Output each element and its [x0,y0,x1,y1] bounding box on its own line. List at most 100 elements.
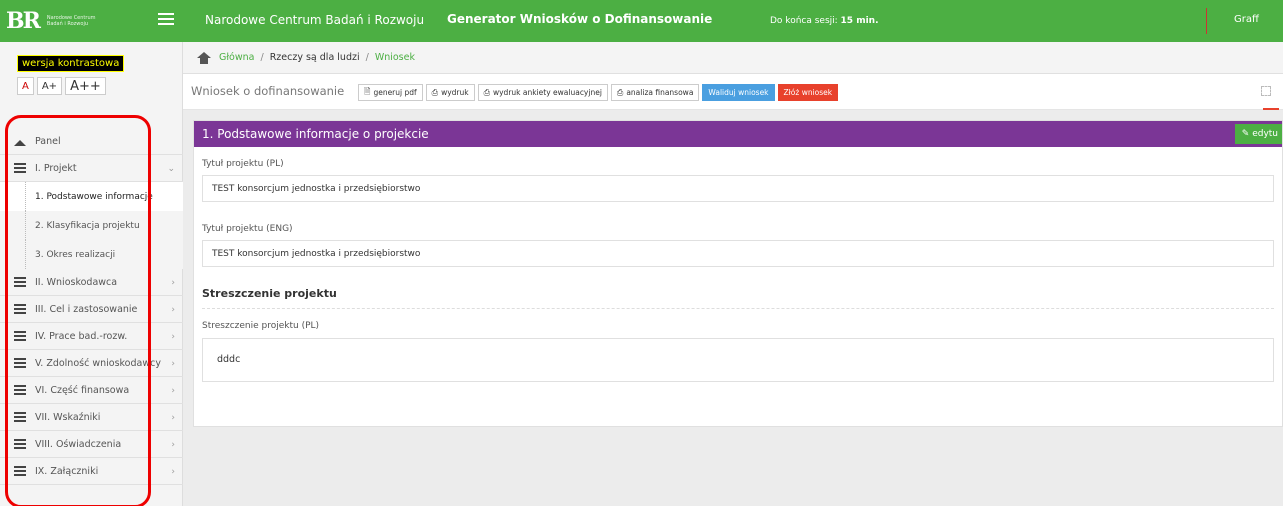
header-divider [1206,8,1207,34]
sidebar-item-label: VIII. Oświadczenia [35,438,122,450]
page-title: Wniosek o dofinansowanie [191,84,345,98]
button-label: wydruk ankiety ewaluacyjnej [492,88,602,97]
sidebar-item-label: IV. Prace bad.-rozw. [35,330,128,342]
financial-analysis-button[interactable]: ⎙ analiza finansowa [610,84,700,101]
menu-toggle-icon[interactable] [158,13,174,27]
breadcrumb-current: Wniosek [374,52,415,63]
sidebar-item-label: II. Wnioskodawca [35,276,118,288]
print-icon: ⎙ [431,87,439,97]
generate-pdf-button[interactable]: 🗎 generuj pdf [358,84,423,101]
panel-body: Tytuł projektu (PL) TEST konsorcjum jedn… [194,159,1282,382]
breadcrumb-level2[interactable]: Rzeczy są dla ludzi [270,52,360,63]
chevron-right-icon: › [171,305,175,315]
list-icon [14,466,26,476]
list-icon [14,304,26,314]
font-large-button[interactable]: A++ [65,77,106,95]
edit-button[interactable]: ✎ edytu [1234,124,1282,144]
sidebar-item-label: IX. Załączniki [35,465,99,477]
list-icon [14,358,26,368]
list-icon [14,163,26,173]
button-label: generuj pdf [373,88,417,97]
print-icon: ⎙ [483,87,490,97]
sidebar-nav: Panel I. Projekt ⌄ 1. Podstawowe informa… [0,128,183,485]
breadcrumb: Główna / Rzeczy są dla ludzi / Wniosek [183,42,1283,74]
chevron-right-icon: › [171,467,175,477]
list-icon [14,412,26,422]
expand-icon[interactable] [1261,86,1271,96]
list-icon [14,331,26,341]
sidebar-item-goal[interactable]: III. Cel i zastosowanie › [0,296,183,323]
panel-header: 1. Podstawowe informacje o projekcie ✎ e… [194,121,1282,147]
session-timer: Do końca sesji: 15 min. [770,16,879,26]
sidebar-item-label: Panel [35,135,61,147]
home-icon[interactable] [197,51,211,64]
chevron-right-icon: › [171,440,175,450]
submit-button[interactable]: Złóż wniosek [777,84,839,101]
chevron-right-icon: › [171,359,175,369]
title-eng-label: Tytuł projektu (ENG) [202,224,293,234]
session-value: 15 min. [840,16,879,26]
button-label: edytu [1252,129,1278,139]
sidebar-item-capacity[interactable]: V. Zdolność wnioskodawcy › [0,350,183,377]
sidebar-item-label: VI. Część finansowa [35,384,130,396]
font-medium-button[interactable]: A+ [36,77,63,95]
sidebar: wersja kontrastowa A A+ A++ Panel I. Pro… [0,42,183,506]
summary-pl-label: Streszczenie projektu (PL) [202,321,320,331]
contrast-toggle-button[interactable]: wersja kontrastowa [17,55,125,72]
logo-text: Narodowe Centrum Badań i Rozwoju [46,15,96,27]
sidebar-item-label: I. Projekt [35,162,77,174]
session-label: Do końca sesji: [770,16,838,26]
application-toolbar: Wniosek o dofinansowanie 🗎 generuj pdf ⎙… [183,74,1283,110]
sidebar-item-financial[interactable]: VI. Część finansowa › [0,377,183,404]
print-button[interactable]: ⎙ wydruk [425,84,475,101]
logo[interactable]: BR Narodowe Centrum Badań i Rozwoju [0,0,183,42]
sidebar-item-attachments[interactable]: IX. Załączniki › [0,458,183,485]
sidebar-item-research[interactable]: IV. Prace bad.-rozw. › [0,323,183,350]
sidebar-subitem-basic-info[interactable]: 1. Podstawowe informacje [0,182,183,211]
font-small-button[interactable]: A [17,77,34,95]
sidebar-item-indicators[interactable]: VII. Wskaźniki › [0,404,183,431]
logo-mark: BR [6,8,41,34]
user-menu[interactable]: Graff [1234,14,1259,25]
list-icon [14,277,26,287]
print-survey-button[interactable]: ⎙ wydruk ankiety ewaluacyjnej [477,84,608,101]
font-size-controls: A A+ A++ [17,77,109,95]
chevron-right-icon: › [171,278,175,288]
summary-pl-value: dddc [202,338,1274,382]
pencil-icon: ✎ [1241,129,1253,139]
panel-title: 1. Podstawowe informacje o projekcie [202,127,429,141]
file-icon: 🗎 [364,86,371,96]
chevron-down-icon: ⌄ [167,164,175,174]
toolbar-buttons: 🗎 generuj pdf ⎙ wydruk ⎙ wydruk ankiety … [358,84,841,101]
tab-indicator [1263,108,1279,110]
breadcrumb-separator: / [365,52,369,63]
summary-section-title: Streszczenie projektu [202,287,1274,309]
sidebar-subitem-period[interactable]: 3. Okres realizacji [0,240,183,269]
print-icon: ⎙ [616,87,624,97]
validate-button[interactable]: Waliduj wniosek [702,84,775,101]
breadcrumb-home[interactable]: Główna [219,52,255,63]
sidebar-item-project[interactable]: I. Projekt ⌄ [0,155,183,182]
title-pl-label: Tytuł projektu (PL) [202,159,284,169]
title-pl-value: TEST konsorcjum jednostka i przedsiębior… [202,175,1274,202]
basic-info-panel: 1. Podstawowe informacje o projekcie ✎ e… [193,120,1283,427]
home-icon [14,136,26,146]
button-label: wydruk [441,88,469,97]
button-label: analiza finansowa [626,88,694,97]
sidebar-item-applicant[interactable]: II. Wnioskodawca › [0,269,183,296]
list-icon [14,385,26,395]
app-title: Generator Wniosków o Dofinansowanie [447,12,713,26]
sidebar-item-label: III. Cel i zastosowanie [35,303,138,315]
sidebar-item-panel[interactable]: Panel [0,128,183,155]
chevron-right-icon: › [171,332,175,342]
breadcrumb-separator: / [260,52,264,63]
sidebar-item-label: V. Zdolność wnioskodawcy [35,357,161,369]
title-eng-value: TEST konsorcjum jednostka i przedsiębior… [202,240,1274,267]
sidebar-item-label: VII. Wskaźniki [35,411,101,423]
sidebar-item-declarations[interactable]: VIII. Oświadczenia › [0,431,183,458]
chevron-right-icon: › [171,413,175,423]
top-bar: BR Narodowe Centrum Badań i Rozwoju Naro… [0,0,1283,42]
org-name: Narodowe Centrum Badań i Rozwoju [205,13,425,27]
list-icon [14,439,26,449]
sidebar-subitem-classification[interactable]: 2. Klasyfikacja projektu [0,211,183,240]
